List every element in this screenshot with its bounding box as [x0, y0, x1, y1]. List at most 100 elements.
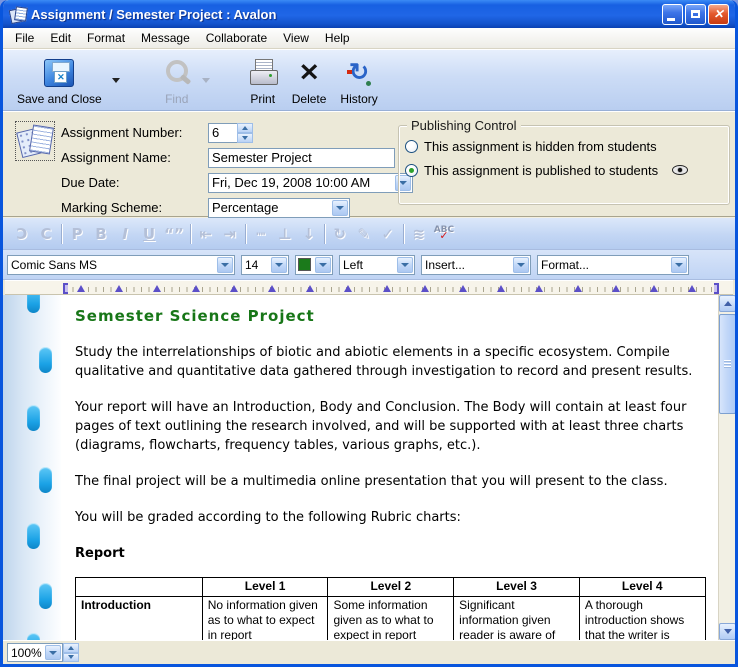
bold-icon[interactable]: B [92, 225, 110, 243]
menu-file[interactable]: File [7, 29, 42, 47]
notebook-binder [3, 295, 61, 640]
ruler-tab-marker [574, 285, 582, 292]
stepper-up-icon[interactable] [63, 643, 79, 653]
save-icon: ✕ [44, 59, 74, 87]
document-body[interactable]: Semester Science Project Study the inter… [61, 295, 718, 640]
alignment-select[interactable]: Left [339, 255, 415, 275]
arrow-down-icon[interactable]: ↓ [300, 225, 318, 243]
table-header-cell: Level 4 [579, 578, 705, 597]
scroll-down-button[interactable] [719, 623, 735, 640]
ruler-tab-marker [268, 285, 276, 292]
ruler-tab-marker [612, 285, 620, 292]
refresh-icon[interactable]: ↻ [331, 225, 349, 243]
chevron-down-icon[interactable] [45, 645, 61, 660]
chevron-down-icon[interactable] [315, 257, 331, 273]
vertical-scrollbar[interactable] [718, 295, 735, 640]
assignment-number-stepper[interactable] [237, 123, 253, 143]
left-indent-marker[interactable] [63, 283, 68, 294]
minimize-icon [667, 18, 675, 21]
font-color-select[interactable] [295, 255, 333, 275]
chevron-down-icon[interactable] [332, 200, 348, 216]
table-row-header: Introduction [76, 597, 203, 641]
assignment-name-input[interactable]: Semester Project [208, 148, 395, 168]
table-cell: Significant information given reader is … [454, 597, 580, 641]
right-indent-marker[interactable] [714, 283, 719, 294]
published-radio[interactable] [405, 164, 418, 177]
ruler-tab-marker [153, 285, 161, 292]
spellcheck-icon[interactable]: ABC✓ [434, 227, 454, 240]
zoom-stepper[interactable] [63, 643, 79, 662]
print-label: Print [250, 92, 275, 106]
toolbar-separator [245, 224, 246, 244]
chevron-down-icon[interactable] [671, 257, 687, 273]
assignment-form: Assignment Number: 6 Assignment Name: Se… [3, 111, 735, 217]
print-button[interactable]: Print [242, 54, 284, 108]
scrollbar-thumb[interactable] [719, 314, 735, 414]
table-row: Introduction No information given as to … [76, 597, 706, 641]
delete-icon: ✕ [299, 61, 320, 85]
chevron-down-icon[interactable] [513, 257, 529, 273]
published-radio-label: This assignment is published to students [424, 163, 658, 178]
hidden-radio[interactable] [405, 140, 418, 153]
marking-scheme-select[interactable]: Percentage [208, 198, 350, 218]
find-button[interactable]: Find [156, 54, 198, 108]
stepper-up-icon[interactable] [237, 123, 253, 133]
due-date-select[interactable]: Fri, Dec 19, 2008 10:00 AM [208, 173, 413, 193]
chevron-down-icon[interactable] [397, 257, 413, 273]
save-dropdown-caret-icon[interactable] [112, 78, 120, 83]
chevron-down-icon[interactable] [271, 257, 287, 273]
font-family-select[interactable]: Comic Sans MS [7, 255, 235, 275]
menu-message[interactable]: Message [133, 29, 198, 47]
ruler-tab-marker [344, 285, 352, 292]
stepper-down-icon[interactable] [237, 133, 253, 143]
ruler-tab-marker [459, 285, 467, 292]
table-cell: A thorough introduction shows that the w… [579, 597, 705, 641]
history-button[interactable]: ↻ History [334, 54, 383, 108]
italic-icon[interactable]: I [116, 225, 134, 243]
tab-stop-icon[interactable]: ┉ [252, 225, 270, 243]
insert-select[interactable]: Insert... [421, 255, 531, 275]
publishing-control-legend: Publishing Control [407, 118, 521, 133]
binder-hole [27, 405, 40, 431]
assignment-number-input[interactable]: 6 [208, 123, 238, 143]
menu-view[interactable]: View [275, 29, 317, 47]
window-icon [9, 6, 26, 22]
chevron-down-icon[interactable] [217, 257, 233, 273]
close-button[interactable]: ✕ [708, 4, 729, 25]
underline-icon[interactable]: U [140, 225, 158, 243]
ruler-tab-marker [192, 285, 200, 292]
redo-icon[interactable]: C [37, 225, 55, 243]
format-select[interactable]: Format... [537, 255, 689, 275]
marking-scheme-label: Marking Scheme: [61, 200, 208, 215]
ruler-tab-marker [77, 285, 85, 292]
menu-help[interactable]: Help [317, 29, 358, 47]
ruler [5, 280, 733, 295]
font-size-select[interactable]: 14 [241, 255, 289, 275]
scroll-up-button[interactable] [719, 295, 735, 312]
ruler-tab-marker [383, 285, 391, 292]
ruler-tab-marker [535, 285, 543, 292]
menu-edit[interactable]: Edit [42, 29, 79, 47]
outdent-icon[interactable]: ⇤ [197, 225, 215, 243]
stepper-down-icon[interactable] [63, 653, 79, 663]
ruler-tab-marker [115, 285, 123, 292]
indent-icon[interactable]: ⇥ [221, 225, 239, 243]
zoom-select[interactable]: 100% [7, 643, 63, 662]
accept-icon[interactable]: ✓ [379, 225, 397, 243]
pen-icon[interactable]: ✎ [355, 225, 373, 243]
signature-icon[interactable]: ≋ [410, 225, 428, 243]
menu-format[interactable]: Format [79, 29, 133, 47]
maximize-button[interactable] [685, 4, 706, 25]
minimize-button[interactable] [662, 4, 683, 25]
quote-icon[interactable]: “” [164, 225, 184, 243]
title-bar: Assignment / Semester Project : Avalon ✕ [3, 0, 735, 28]
baseline-icon[interactable]: ⊥ [276, 225, 294, 243]
table-header-cell: Level 3 [454, 578, 580, 597]
undo-icon[interactable]: Ɔ [13, 225, 31, 243]
save-and-close-button[interactable]: ✕ Save and Close [11, 54, 108, 108]
binder-hole [27, 633, 40, 640]
paragraph-icon[interactable]: P [68, 225, 86, 243]
find-dropdown-caret-icon[interactable] [202, 78, 210, 83]
menu-collaborate[interactable]: Collaborate [198, 29, 275, 47]
delete-button[interactable]: ✕ Delete [286, 54, 333, 108]
